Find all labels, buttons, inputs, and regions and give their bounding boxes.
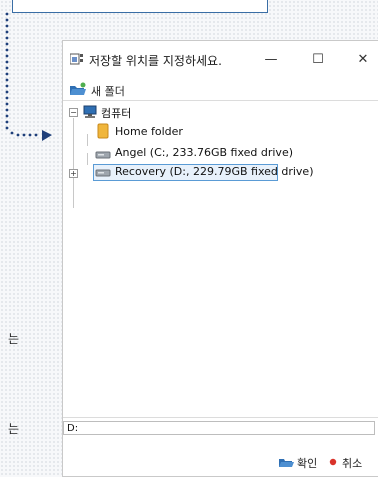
expander-plus-icon[interactable]: + <box>69 169 78 178</box>
folder-ok-icon <box>279 459 294 467</box>
computer-icon <box>83 105 97 118</box>
tree-node-computer[interactable]: 컴퓨터 <box>101 105 131 121</box>
drive-c-icon <box>95 151 111 159</box>
cancel-dot-icon <box>329 458 337 466</box>
tree-branch-line <box>87 153 88 165</box>
ok-label: 확인 <box>297 457 318 470</box>
home-folder-icon <box>97 123 109 139</box>
folder-tree[interactable]: − 컴퓨터 Home folder Angel (C:, 233.76GB fi… <box>63 100 378 418</box>
new-folder-label: 새 폴더 <box>91 85 125 98</box>
background-text-1: 는 <box>8 332 20 346</box>
dialog-title: 저장할 위치를 지정하세요. <box>89 54 222 68</box>
expander-minus-icon[interactable]: − <box>69 108 78 117</box>
close-button[interactable]: ✕ <box>348 47 378 73</box>
tree-node-home-folder[interactable]: Home folder <box>115 125 183 138</box>
drive-d-icon <box>95 169 111 177</box>
dotted-arrow-icon <box>5 12 52 141</box>
maximize-button[interactable]: ☐ <box>303 47 333 73</box>
new-folder-icon <box>70 82 86 95</box>
tree-branch-line <box>87 134 88 146</box>
folder-tree-icon <box>70 53 83 65</box>
title-bar[interactable]: 저장할 위치를 지정하세요. — ☐ ✕ <box>63 41 378 77</box>
tree-node-drive-c[interactable]: Angel (C:, 233.76GB fixed drive) <box>115 146 293 159</box>
save-location-dialog: 저장할 위치를 지정하세요. — ☐ ✕ 새 폴더 − 컴퓨터 Home fol… <box>62 40 378 477</box>
tree-node-drive-d[interactable]: Recovery (D:, 229.79GB fixed drive) <box>115 165 314 178</box>
background-text-2: 는 <box>8 422 20 436</box>
cancel-label: 취소 <box>342 457 363 470</box>
tree-guide-line <box>73 118 74 208</box>
path-input[interactable]: D: <box>63 421 375 435</box>
minimize-button[interactable]: — <box>256 47 286 73</box>
